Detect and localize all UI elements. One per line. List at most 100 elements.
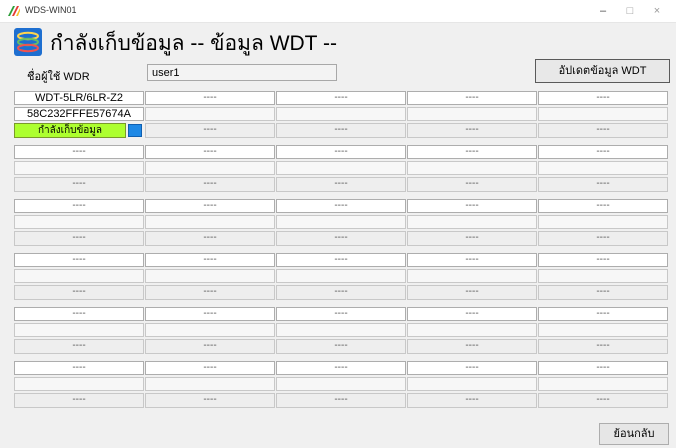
window-title: WDS-WIN01: [25, 5, 77, 15]
device-status: ----: [538, 123, 668, 138]
device-status: ----: [14, 231, 144, 246]
device-cell[interactable]: ---- ----: [407, 361, 537, 411]
device-id: [538, 107, 668, 121]
device-model: ----: [407, 199, 537, 213]
device-id: [145, 215, 275, 229]
device-id: [14, 323, 144, 337]
device-cell[interactable]: ---- ----: [276, 361, 406, 411]
device-id: [538, 161, 668, 175]
device-status: ----: [145, 231, 275, 246]
device-cell[interactable]: ---- ----: [407, 145, 537, 195]
device-id: [538, 269, 668, 283]
device-cell[interactable]: ---- ----: [14, 307, 144, 357]
device-cell[interactable]: ---- ----: [14, 145, 144, 195]
device-cell[interactable]: ---- ----: [538, 145, 668, 195]
device-model: ----: [145, 91, 275, 105]
device-cell[interactable]: ---- ----: [538, 253, 668, 303]
device-id: [14, 269, 144, 283]
device-status: ----: [276, 123, 406, 138]
device-cell[interactable]: ---- ----: [538, 361, 668, 411]
device-id: [407, 323, 537, 337]
device-model: ----: [145, 145, 275, 159]
device-status: ----: [14, 393, 144, 408]
close-button[interactable]: ×: [644, 2, 670, 20]
device-cell[interactable]: ---- ----: [276, 199, 406, 249]
device-id: [14, 161, 144, 175]
device-status: ----: [14, 285, 144, 300]
device-status: ----: [407, 285, 537, 300]
maximize-button[interactable]: □: [617, 2, 643, 20]
device-id: [145, 107, 275, 121]
collecting-status-badge: กำลังเก็บข้อมูล: [14, 123, 126, 138]
device-cell[interactable]: ---- ----: [538, 91, 668, 141]
device-status: ----: [276, 393, 406, 408]
device-cell[interactable]: ---- ----: [276, 91, 406, 141]
minimize-button[interactable]: –: [590, 2, 616, 20]
device-id: [14, 377, 144, 391]
device-cell[interactable]: ---- ----: [276, 145, 406, 195]
device-cell[interactable]: WDT-5LR/6LR-Z2 58C232FFFE57674A กำลังเก็บข…: [14, 91, 144, 141]
device-id: [407, 107, 537, 121]
device-status: ----: [276, 285, 406, 300]
title-bar: WDS-WIN01 – □ ×: [0, 0, 676, 23]
device-status: ----: [276, 177, 406, 192]
device-cell[interactable]: ---- ----: [538, 307, 668, 357]
device-model: ----: [276, 307, 406, 321]
device-status: ----: [276, 231, 406, 246]
device-cell[interactable]: ---- ----: [14, 253, 144, 303]
device-status: ----: [407, 339, 537, 354]
device-id: [276, 215, 406, 229]
device-model: ----: [407, 145, 537, 159]
back-button[interactable]: ย้อนกลับ: [599, 423, 669, 445]
device-cell[interactable]: ---- ----: [145, 91, 275, 141]
device-cell[interactable]: ---- ----: [407, 91, 537, 141]
device-status: ----: [407, 393, 537, 408]
device-id: [538, 377, 668, 391]
device-model: ----: [538, 145, 668, 159]
device-cell[interactable]: ---- ----: [145, 307, 275, 357]
device-id: [276, 377, 406, 391]
update-wdt-button[interactable]: อัปเดตข้อมูล WDT: [535, 59, 670, 83]
device-status: ----: [538, 339, 668, 354]
device-model: ----: [538, 361, 668, 375]
device-id: [538, 323, 668, 337]
stacked-rings-icon: [14, 28, 42, 56]
device-cell[interactable]: ---- ----: [145, 253, 275, 303]
device-cell[interactable]: ---- ----: [14, 361, 144, 411]
device-id: [538, 215, 668, 229]
device-cell[interactable]: ---- ----: [276, 307, 406, 357]
device-model: ----: [14, 145, 144, 159]
device-model: ----: [538, 253, 668, 267]
device-status: ----: [145, 339, 275, 354]
device-model: ----: [407, 361, 537, 375]
device-model: ----: [145, 361, 275, 375]
device-cell[interactable]: ---- ----: [538, 199, 668, 249]
device-id: [276, 161, 406, 175]
device-id: [14, 215, 144, 229]
device-status: ----: [407, 177, 537, 192]
device-cell[interactable]: ---- ----: [145, 145, 275, 195]
device-model: ----: [538, 307, 668, 321]
device-status: ----: [14, 177, 144, 192]
device-cell[interactable]: ---- ----: [14, 199, 144, 249]
device-cell[interactable]: ---- ----: [145, 199, 275, 249]
device-id: [276, 107, 406, 121]
device-model: ----: [145, 307, 275, 321]
device-model: ----: [407, 91, 537, 105]
device-cell[interactable]: ---- ----: [407, 199, 537, 249]
device-id: 58C232FFFE57674A: [14, 107, 144, 121]
device-model: ----: [276, 91, 406, 105]
device-model: WDT-5LR/6LR-Z2: [14, 91, 144, 105]
device-status: ----: [145, 177, 275, 192]
device-model: ----: [276, 361, 406, 375]
device-model: ----: [538, 91, 668, 105]
device-cell[interactable]: ---- ----: [276, 253, 406, 303]
device-cell[interactable]: ---- ----: [407, 253, 537, 303]
device-id: [407, 377, 537, 391]
device-model: ----: [14, 307, 144, 321]
device-model: ----: [276, 199, 406, 213]
device-cell[interactable]: ---- ----: [407, 307, 537, 357]
user-name-field[interactable]: [147, 64, 337, 81]
device-cell[interactable]: ---- ----: [145, 361, 275, 411]
page-title: กำลังเก็บข้อมูล -- ข้อมูล WDT --: [50, 32, 337, 55]
